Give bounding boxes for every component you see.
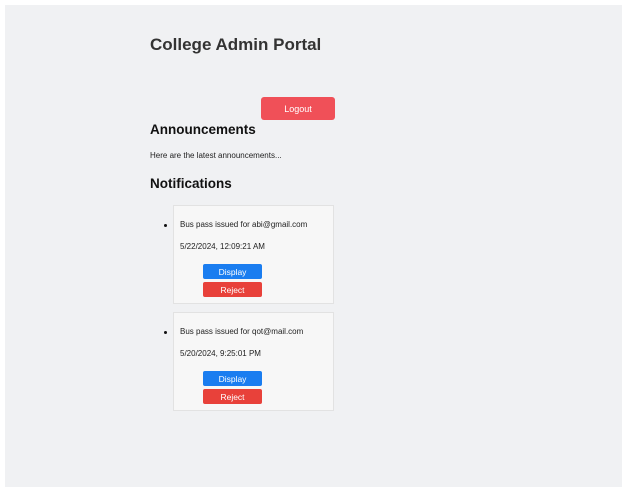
announcements-heading: Announcements: [150, 122, 256, 137]
notification-timestamp: 5/22/2024, 12:09:21 AM: [180, 242, 265, 251]
notification-timestamp: 5/20/2024, 9:25:01 PM: [180, 349, 261, 358]
notification-message: Bus pass issued for abi@gmail.com: [180, 220, 308, 229]
logout-button[interactable]: Logout: [261, 97, 335, 120]
notification-card: Bus pass issued for abi@gmail.com 5/22/2…: [164, 205, 334, 304]
notifications-heading: Notifications: [150, 176, 232, 191]
list-bullet: [164, 224, 167, 227]
display-button[interactable]: Display: [203, 264, 262, 279]
reject-button[interactable]: Reject: [203, 282, 262, 297]
page-title: College Admin Portal: [150, 35, 322, 54]
display-button[interactable]: Display: [203, 371, 262, 386]
portal-page: College Admin Portal Logout Announcement…: [5, 5, 622, 487]
notification-card: Bus pass issued for qot@mail.com 5/20/20…: [164, 312, 334, 411]
announcements-text: Here are the latest announcements...: [150, 151, 282, 160]
reject-button[interactable]: Reject: [203, 389, 262, 404]
list-bullet: [164, 331, 167, 334]
notification-message: Bus pass issued for qot@mail.com: [180, 327, 304, 336]
